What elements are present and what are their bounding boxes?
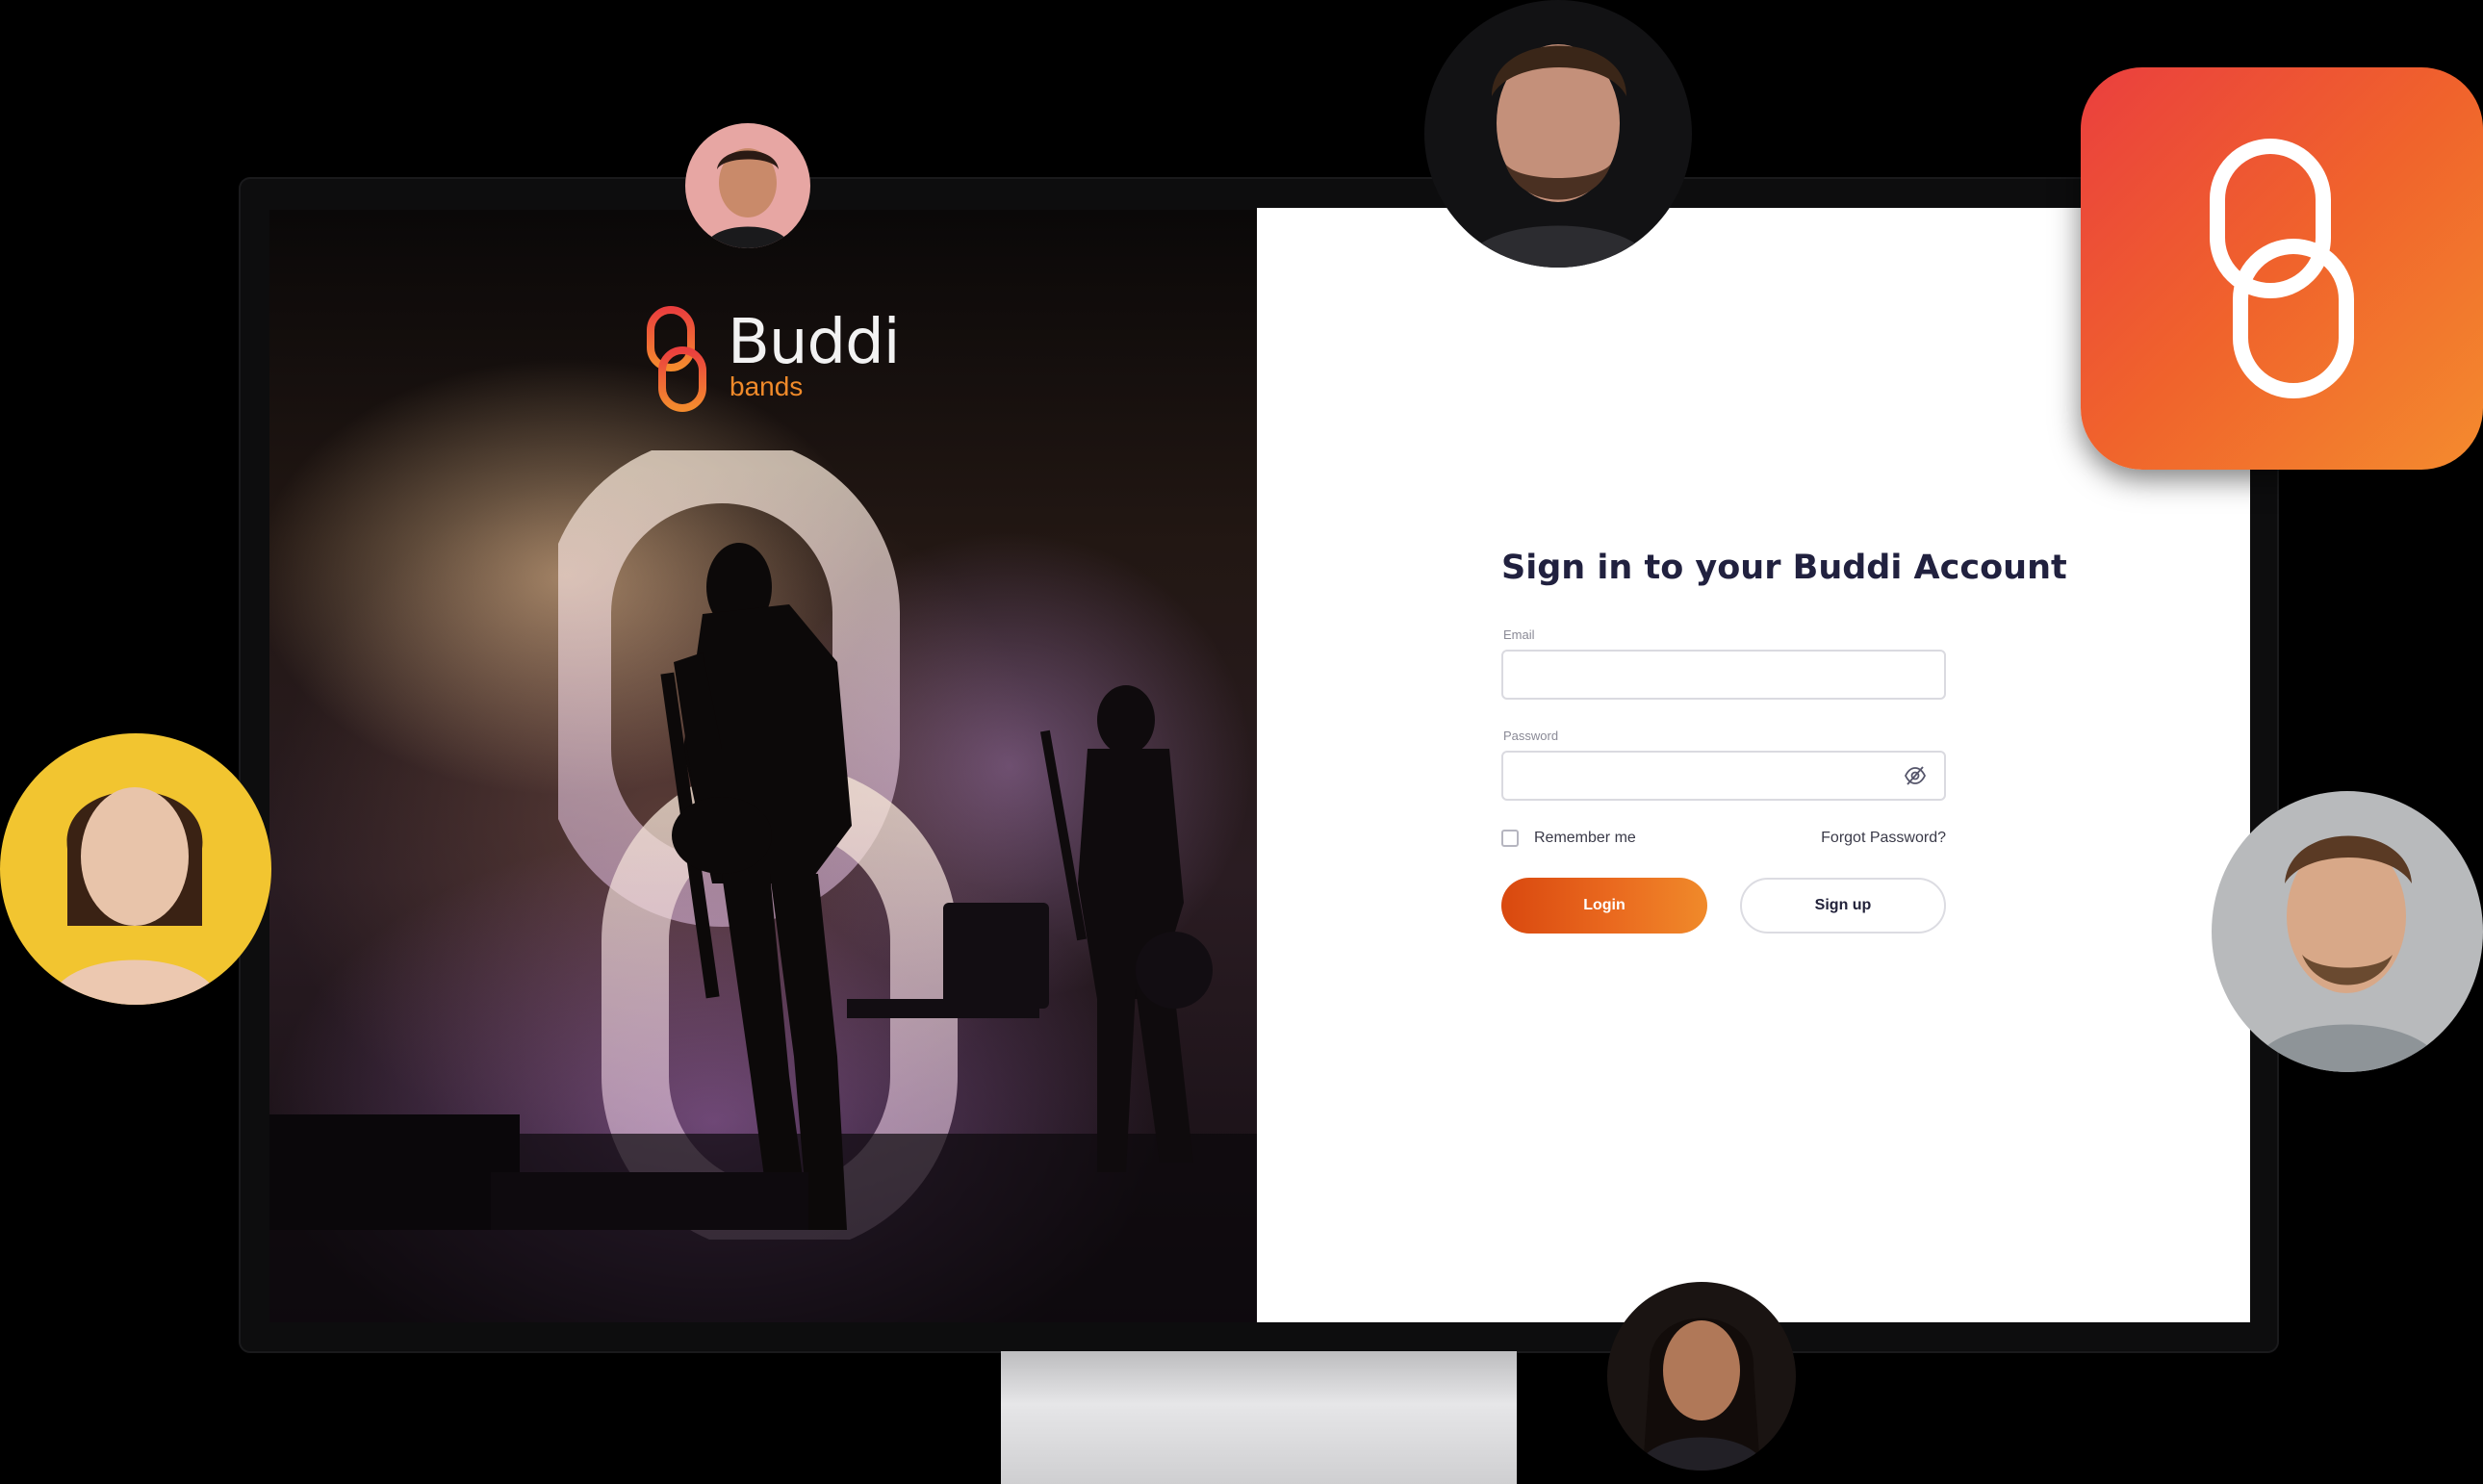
- email-field-container: [1501, 650, 1946, 700]
- avatar-man-top-left: [685, 123, 810, 248]
- email-field[interactable]: [1503, 652, 1915, 696]
- signin-title: Sign in to your Buddi Account: [1501, 549, 2067, 587]
- remember-me: Remember me: [1501, 830, 1636, 847]
- avatar-man-right: [2212, 791, 2483, 1072]
- remember-me-checkbox[interactable]: [1501, 830, 1519, 847]
- avatar-woman-left: [0, 733, 271, 1005]
- avatar-woman-bottom: [1607, 1282, 1796, 1471]
- concert-hero-image: Buddi bands: [269, 210, 1257, 1322]
- remember-me-label[interactable]: Remember me: [1534, 830, 1636, 847]
- password-label: Password: [1503, 729, 1559, 743]
- email-label: Email: [1503, 627, 1535, 642]
- brand-name: Buddi: [728, 307, 900, 378]
- monitor-stand: [1001, 1351, 1517, 1484]
- remember-forgot-row: Remember me Forgot Password?: [1501, 830, 1946, 847]
- action-buttons: Login Sign up: [1501, 878, 1946, 934]
- password-field-container: [1501, 751, 1946, 801]
- password-field[interactable]: [1503, 753, 1915, 797]
- buddi-bands-logo: Buddi bands: [645, 306, 900, 412]
- signin-form: Sign in to your Buddi Account Email Pass…: [1501, 549, 2067, 934]
- chain-link-logo-icon: [647, 306, 706, 412]
- chain-link-logo-icon: [2210, 139, 2354, 398]
- signup-button[interactable]: Sign up: [1740, 878, 1946, 934]
- login-button[interactable]: Login: [1501, 878, 1707, 934]
- app-icon-tile: [2081, 67, 2483, 470]
- avatar-man-top-center: [1424, 0, 1692, 268]
- eye-off-icon[interactable]: [1904, 765, 1927, 791]
- forgot-password-link[interactable]: Forgot Password?: [1821, 830, 1946, 847]
